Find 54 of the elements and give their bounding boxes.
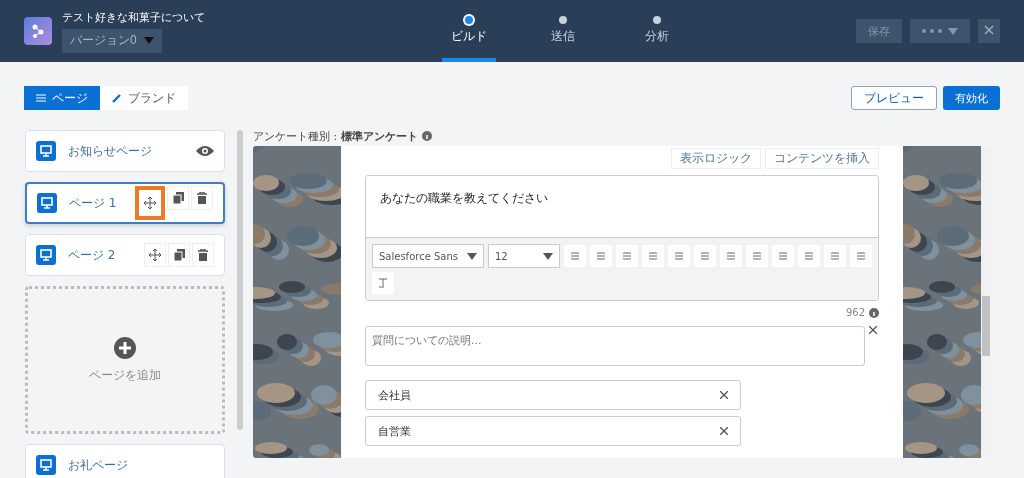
move-icon[interactable]	[149, 249, 161, 261]
add-page-area[interactable]: ページを追加	[25, 286, 225, 434]
pencil-icon	[112, 93, 122, 103]
description-field[interactable]: 質問についての説明...	[365, 326, 865, 366]
character-count: 962	[845, 307, 865, 318]
monitor-icon	[37, 193, 57, 213]
step-tab[interactable]: ビルド	[442, 0, 496, 62]
trash-icon[interactable]	[197, 192, 207, 204]
move-icon[interactable]	[144, 197, 156, 209]
app-logo-icon	[24, 17, 52, 45]
copy-icon[interactable]	[172, 192, 184, 204]
survey-title: テスト好きな和菓子について	[62, 9, 206, 25]
toolbar-button[interactable]: コンテンツを挿入	[765, 148, 879, 169]
view-tab[interactable]: ブランド	[100, 86, 188, 110]
survey-type-label: アンケート種別 : 標準アンケート	[253, 128, 418, 144]
more-dropdown[interactable]	[910, 19, 970, 43]
scrollbar-thumb[interactable]	[982, 296, 990, 356]
page-item[interactable]: お礼ページ	[25, 444, 225, 478]
close-icon[interactable]	[869, 326, 877, 334]
close-button[interactable]	[978, 19, 1000, 43]
activate-button[interactable]: 有効化	[943, 86, 1000, 110]
monitor-icon	[36, 141, 56, 161]
view-tab[interactable]: ページ	[24, 86, 100, 110]
caret-icon	[467, 252, 477, 260]
copy-icon[interactable]	[173, 249, 185, 261]
clear-format-icon[interactable]	[372, 272, 394, 294]
plus-icon	[114, 336, 136, 359]
close-icon[interactable]	[720, 391, 728, 399]
eye-icon[interactable]	[196, 145, 214, 157]
move-handle[interactable]	[135, 186, 165, 220]
toolbar-button[interactable]: 表示ロジック	[671, 148, 761, 169]
size-dropdown[interactable]: 12	[488, 244, 560, 268]
more-icon	[922, 29, 942, 33]
page-item[interactable]: ページ 2	[25, 234, 225, 276]
step-tab[interactable]: 分析	[630, 0, 684, 62]
list-icon	[36, 94, 46, 102]
step-tab[interactable]: 送信	[536, 0, 590, 62]
monitor-icon	[36, 245, 56, 265]
monitor-icon	[36, 455, 56, 475]
info-icon	[869, 307, 879, 318]
caret-icon	[543, 252, 553, 260]
version-dropdown[interactable]: バージョン0	[62, 28, 162, 53]
close-icon[interactable]	[720, 427, 728, 435]
preview-button[interactable]: プレビュー	[851, 86, 937, 110]
answer-option-field[interactable]: 会社員	[365, 380, 741, 410]
page-item[interactable]: お知らせページ	[25, 130, 225, 172]
page-item[interactable]: ページ 1	[25, 182, 225, 224]
info-icon	[421, 131, 432, 141]
trash-icon[interactable]	[198, 249, 208, 261]
caret-icon	[948, 27, 958, 35]
close-icon	[984, 25, 994, 35]
answer-option-field[interactable]: 自営業	[365, 416, 741, 446]
caret-icon	[144, 37, 154, 44]
font-dropdown[interactable]: Salesforce Sans	[372, 244, 484, 268]
